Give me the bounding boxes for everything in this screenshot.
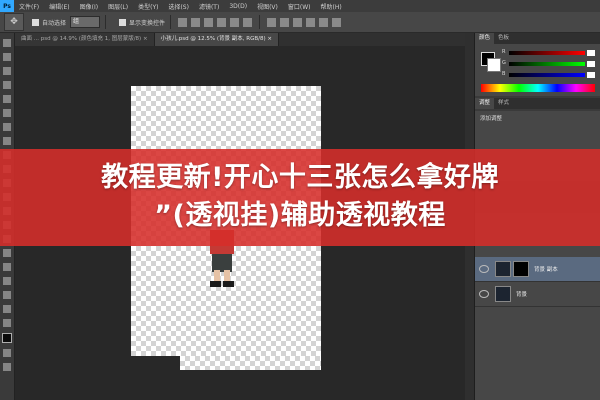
menu-view[interactable]: 视图(V) [252, 2, 283, 11]
layer-name: 背景 副本 [534, 267, 558, 273]
add-adjustment-label: 添加调整 [480, 116, 503, 122]
shape-icon[interactable] [3, 277, 11, 285]
align-middle-icon[interactable] [191, 17, 201, 27]
menu-help[interactable]: 帮助(H) [316, 2, 347, 11]
distribute-middle-icon[interactable] [280, 17, 290, 27]
tab-document-1[interactable]: 曲面 ... psd @ 14.9% (颜色填充 1, 图层蒙版/8) × [15, 33, 155, 46]
color-panel: R G B [475, 44, 600, 96]
transform-controls-label: 显示变换控件 [129, 19, 166, 27]
foreground-color-icon[interactable] [2, 333, 12, 343]
distribute-center-icon[interactable] [319, 17, 329, 27]
red-channel-label: R [502, 49, 506, 55]
tab-styles[interactable]: 样式 [494, 98, 513, 109]
menu-image[interactable]: 图像(I) [75, 2, 103, 11]
document-bottom-extension [180, 356, 321, 370]
type-icon[interactable] [3, 249, 11, 257]
auto-select-checkbox[interactable] [32, 18, 39, 26]
layer-row[interactable]: 背景 副本 [475, 257, 600, 282]
layer-row[interactable]: 背景 [475, 282, 600, 307]
hand-icon[interactable] [3, 291, 11, 299]
layer-thumbnail [495, 261, 511, 277]
layer-name: 背景 [516, 292, 528, 298]
blue-channel-label: B [502, 71, 506, 77]
auto-select-value: 组 [73, 18, 80, 25]
photoshop-logo: Ps [0, 0, 14, 12]
red-value-field[interactable] [587, 50, 595, 56]
menu-file[interactable]: 文件(F) [14, 2, 44, 11]
auto-select-dropdown[interactable]: 组 [70, 16, 101, 28]
eye-icon[interactable] [479, 290, 489, 298]
distribute-left-icon[interactable] [306, 17, 316, 27]
tab-swatches[interactable]: 色板 [494, 33, 513, 44]
headline-line-2: ”(透视挂)辅助透视教程 [154, 200, 446, 231]
menu-3d[interactable]: 3D(D) [224, 3, 252, 10]
blue-slider[interactable] [509, 73, 585, 77]
marquee-icon[interactable] [3, 53, 11, 61]
move-tool-icon[interactable]: ✥ [4, 13, 24, 31]
green-channel-label: G [502, 60, 506, 66]
more-tools-icon[interactable] [3, 319, 11, 327]
healing-brush-icon[interactable] [3, 123, 11, 131]
background-swatch[interactable] [487, 58, 501, 72]
eyedropper-icon[interactable] [3, 109, 11, 117]
lasso-icon[interactable] [3, 67, 11, 75]
divider [105, 15, 107, 29]
quick-select-icon[interactable] [3, 81, 11, 89]
align-center-icon[interactable] [230, 17, 240, 27]
menu-select[interactable]: 选择(S) [163, 2, 194, 11]
zoom-icon[interactable] [3, 305, 11, 313]
distribute-bottom-icon[interactable] [293, 17, 303, 27]
path-select-icon[interactable] [3, 263, 11, 271]
menu-type[interactable]: 类型(Y) [133, 2, 163, 11]
screen-mode-icon[interactable] [3, 363, 11, 371]
distribute-top-icon[interactable] [267, 17, 277, 27]
red-slider[interactable] [509, 51, 585, 55]
tab-color[interactable]: 颜色 [475, 33, 495, 44]
options-bar: ✥ 自动选择 组 显示变换控件 [0, 12, 600, 33]
align-left-icon[interactable] [217, 17, 227, 27]
document-tabs: 曲面 ... psd @ 14.9% (颜色填充 1, 图层蒙版/8) × 小孩… [15, 33, 465, 46]
align-right-icon[interactable] [243, 17, 253, 27]
divider [259, 15, 261, 29]
green-value-field[interactable] [587, 61, 595, 67]
layer-mask-thumbnail[interactable] [513, 261, 529, 277]
transform-controls-checkbox[interactable] [119, 18, 127, 26]
blue-value-field[interactable] [587, 72, 595, 78]
brush-icon[interactable] [3, 137, 11, 145]
menu-edit[interactable]: 编辑(E) [44, 2, 74, 11]
menu-layer[interactable]: 图层(L) [103, 2, 133, 11]
quick-mask-icon[interactable] [3, 349, 11, 357]
layer-thumbnail [495, 286, 511, 302]
move-icon[interactable] [3, 39, 11, 47]
menu-filter[interactable]: 滤镜(T) [194, 2, 224, 11]
green-slider[interactable] [509, 62, 585, 66]
auto-select-label: 自动选择 [42, 19, 67, 27]
headline-line-1: 教程更新!开心十三张怎么拿好牌 [101, 162, 499, 193]
color-spectrum[interactable] [481, 84, 595, 92]
align-bottom-icon[interactable] [204, 17, 214, 27]
adjust-panel-tabs: 调整 样式 [475, 98, 600, 109]
align-top-icon[interactable] [178, 17, 188, 27]
color-panel-tabs: 颜色 色板 [475, 33, 600, 44]
menu-window[interactable]: 窗口(W) [283, 2, 316, 11]
menu-bar: Ps 文件(F) 编辑(E) 图像(I) 图层(L) 类型(Y) 选择(S) 滤… [0, 0, 600, 12]
distribute-right-icon[interactable] [332, 17, 342, 27]
crop-icon[interactable] [3, 95, 11, 103]
tab-adjustments[interactable]: 调整 [475, 98, 495, 109]
eye-icon[interactable] [479, 265, 489, 273]
tab-document-2[interactable]: 小孩儿.psd @ 12.5% (背景 副本, RGB/8) × [154, 33, 279, 46]
divider [170, 15, 172, 29]
